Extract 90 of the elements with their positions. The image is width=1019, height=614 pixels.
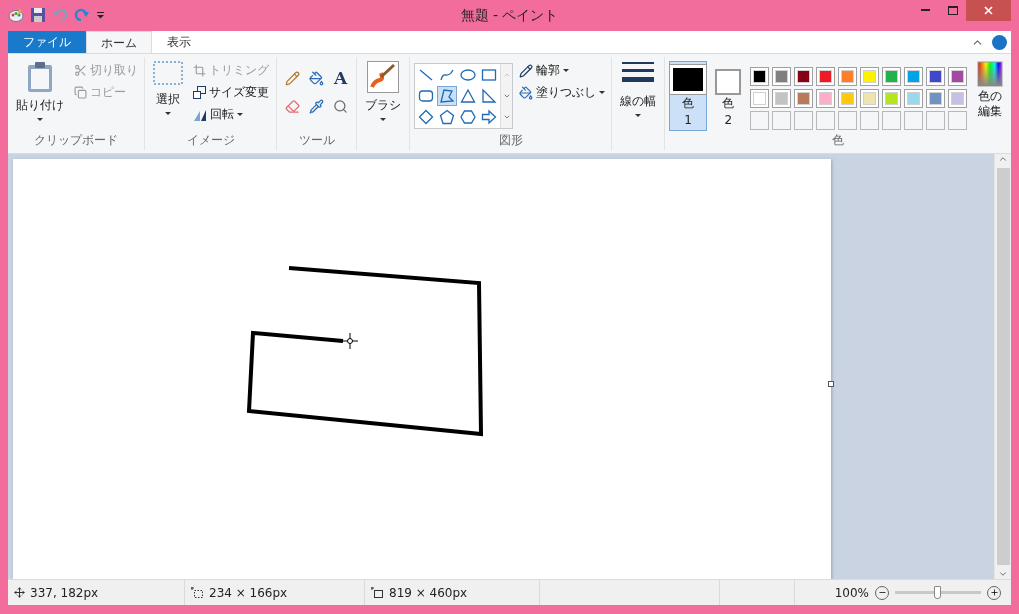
file-menu-tab[interactable]: ファイル	[8, 31, 86, 53]
edit-colors-button[interactable]: 色の編集	[972, 61, 1007, 132]
text-tool[interactable]: A	[329, 67, 352, 89]
scroll-up-icon[interactable]	[998, 154, 1008, 164]
color-spectrum-icon	[976, 61, 1003, 87]
zoom-in-button[interactable]	[987, 585, 1001, 600]
canvas-size-icon	[371, 586, 384, 599]
scrollbar-thumb[interactable]	[996, 168, 1010, 565]
scissors-icon	[74, 64, 87, 77]
close-button[interactable]	[966, 0, 1011, 21]
curve-shape-icon	[439, 67, 455, 83]
vertical-scrollbar[interactable]	[994, 154, 1011, 579]
scroll-down-icon[interactable]	[998, 569, 1008, 579]
magnifier-icon	[333, 98, 348, 114]
zoom-out-button[interactable]	[875, 585, 889, 600]
window-title: 無題 - ペイント	[460, 7, 559, 25]
selection-rectangle-icon	[153, 61, 183, 87]
slider-thumb[interactable]	[934, 585, 941, 599]
paste-button[interactable]: 貼り付け	[12, 61, 68, 132]
crosshair-cursor-icon	[341, 332, 359, 350]
color-slot-button[interactable]: 色 2	[713, 61, 744, 131]
group-label: 色	[831, 132, 845, 149]
right-triangle-shape-icon	[481, 88, 497, 104]
line-shape-icon	[418, 67, 434, 83]
customize-caret-icon[interactable]	[96, 11, 105, 19]
close-icon	[984, 6, 993, 15]
scroll-down-icon[interactable]	[502, 92, 511, 100]
rotate-icon	[193, 108, 207, 121]
rounded-rectangle-shape-icon	[418, 88, 434, 104]
oval-shape-icon	[460, 67, 476, 83]
brush-icon	[367, 61, 399, 93]
arrow-shape-icon	[481, 109, 497, 125]
shape-button[interactable]	[479, 107, 499, 127]
empty-palette-well[interactable]	[947, 111, 967, 130]
shape-button[interactable]	[416, 107, 436, 127]
shape-button[interactable]	[437, 107, 457, 127]
empty-palette-well[interactable]	[749, 111, 769, 130]
copy-icon	[74, 86, 87, 99]
select-button[interactable]: 選択	[149, 61, 187, 132]
pencil-icon	[285, 70, 300, 86]
rectangle-shape-icon	[481, 67, 497, 83]
empty-palette-well[interactable]	[793, 111, 813, 130]
pencil-icon	[519, 63, 533, 78]
selection-size-icon	[191, 586, 204, 599]
plus-icon	[989, 588, 999, 597]
shape-button[interactable]	[479, 86, 499, 106]
resize-button[interactable]: サイズ変更	[191, 83, 271, 102]
empty-palette-well[interactable]	[925, 111, 945, 130]
cursor-position: 337, 182px	[30, 585, 99, 600]
save-icon[interactable]	[30, 7, 46, 23]
crop-icon	[193, 64, 206, 77]
fill-button[interactable]: 塗りつぶし	[517, 83, 607, 102]
line-width-button[interactable]: 線の幅	[616, 61, 660, 135]
group-label: イメージ	[185, 132, 236, 149]
position-icon	[14, 587, 25, 598]
ribbon-tab[interactable]: ホーム	[86, 31, 152, 54]
group-label: ツール	[297, 132, 336, 149]
diamond-shape-icon	[418, 109, 434, 125]
polygon-shape-icon	[439, 88, 455, 104]
empty-palette-well[interactable]	[903, 111, 923, 130]
paint-bucket-icon	[519, 85, 533, 100]
shape-button[interactable]	[458, 107, 478, 127]
color-slot-button[interactable]: 色 1	[669, 61, 707, 131]
outline-button[interactable]: 輪郭	[517, 61, 607, 80]
pentagon-shape-icon	[439, 109, 455, 125]
maximize-icon	[947, 6, 958, 15]
brush-button[interactable]: ブラシ	[361, 61, 405, 135]
hexagon-shape-icon	[460, 109, 476, 125]
empty-palette-well[interactable]	[881, 111, 901, 130]
shape-button[interactable]	[437, 86, 457, 106]
zoom-level: 100%	[834, 585, 869, 600]
eraser-icon	[285, 98, 300, 114]
empty-palette-well[interactable]	[771, 111, 791, 130]
help-icon[interactable]	[992, 34, 1007, 50]
empty-palette-well[interactable]	[859, 111, 879, 130]
canvas-size: 819 × 460px	[389, 585, 468, 600]
group-label: クリップボード	[33, 132, 119, 149]
empty-palette-well[interactable]	[815, 111, 835, 130]
rotate-button[interactable]: 回転	[191, 105, 271, 124]
resize-handle[interactable]	[828, 381, 834, 387]
minimize-icon	[921, 9, 930, 12]
paint-app-icon	[8, 7, 24, 23]
selection-size: 234 × 166px	[209, 585, 288, 600]
clipboard-icon	[27, 61, 53, 93]
resize-icon	[193, 86, 206, 99]
eyedropper-icon	[309, 98, 324, 114]
empty-palette-well[interactable]	[837, 111, 857, 130]
group-label: 図形	[497, 132, 524, 149]
paint-bucket-icon	[309, 70, 324, 86]
triangle-shape-icon	[460, 88, 476, 104]
